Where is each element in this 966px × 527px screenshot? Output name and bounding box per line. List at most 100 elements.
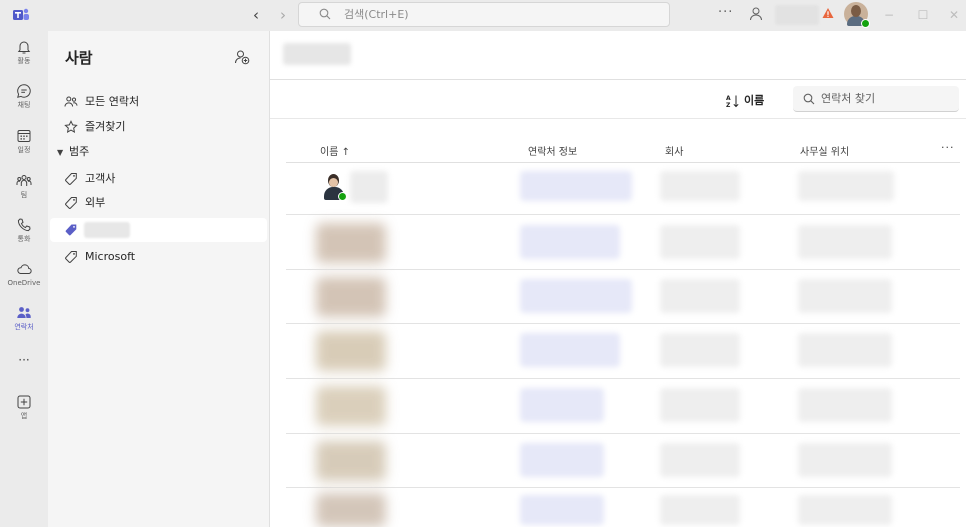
contact-info-redacted[interactable]	[520, 225, 620, 259]
panel-category-toggle[interactable]: ▼ 범주	[57, 141, 89, 163]
people-panel: 사람 모든 연락처 즐겨찾기 ▼ 범주 고객사 외부 Microsoft	[48, 31, 270, 527]
bell-icon	[17, 41, 31, 54]
phone-icon	[17, 218, 31, 232]
rail-label: 활동	[17, 57, 31, 65]
contact-photo-redacted[interactable]	[316, 493, 386, 527]
contact-info-redacted[interactable]	[520, 495, 604, 525]
rail-item-calendar[interactable]: 일정	[0, 128, 48, 172]
warning-icon[interactable]	[822, 7, 834, 19]
panel-item-customers[interactable]: 고객사	[64, 168, 115, 190]
profile-avatar[interactable]	[844, 2, 870, 28]
teams-icon	[16, 175, 32, 186]
category-title-redacted	[283, 43, 351, 65]
org-settings-icon[interactable]	[748, 6, 764, 22]
search-placeholder: 검색(Ctrl+E)	[344, 8, 409, 21]
people-icon	[17, 307, 31, 318]
company-redacted	[660, 495, 740, 525]
rail-item-onedrive[interactable]: OneDrive	[0, 261, 48, 305]
close-button[interactable]: ✕	[944, 5, 964, 25]
contact-avatar[interactable]	[323, 174, 347, 201]
panel-item-selected-category[interactable]	[50, 218, 267, 242]
column-header-name[interactable]: 이름 ↑	[320, 143, 350, 158]
tenant-name-redacted[interactable]	[775, 5, 819, 25]
maximize-button[interactable]: ☐	[913, 5, 933, 25]
panel-item-external[interactable]: 외부	[64, 192, 105, 214]
contact-info-redacted[interactable]	[520, 443, 604, 477]
company-redacted	[660, 333, 740, 367]
office-location-redacted	[798, 443, 892, 477]
header-divider	[286, 162, 960, 163]
minimize-button[interactable]: −	[879, 5, 899, 25]
office-location-redacted	[798, 333, 892, 367]
panel-item-all-contacts[interactable]: 모든 연락처	[64, 91, 139, 113]
back-button[interactable]: ‹	[248, 6, 264, 24]
global-search-box[interactable]: 검색(Ctrl+E)	[298, 2, 670, 27]
row-divider	[286, 269, 960, 270]
rail-item-calls[interactable]: 통화	[0, 217, 48, 261]
presence-available-icon	[338, 192, 347, 201]
panel-item-label: 범주	[69, 145, 90, 158]
app-rail: 활동 채팅 일정 팀 통화 OneDrive 연락처 ··· 앱	[0, 31, 48, 527]
company-redacted	[660, 443, 740, 477]
presence-available-icon	[861, 19, 870, 28]
more-options-button[interactable]: ···	[718, 6, 734, 20]
sort-label: 이름	[744, 94, 765, 107]
sort-by-name-button[interactable]: A Z 이름	[726, 91, 764, 111]
rail-label: 앱	[20, 412, 28, 420]
teams-logo-icon[interactable]	[12, 6, 30, 24]
add-app-icon	[17, 395, 31, 409]
contact-photo-redacted[interactable]	[316, 277, 386, 317]
column-header-contact-info[interactable]: 연락처 정보	[528, 143, 577, 158]
tag-filled-icon	[65, 224, 77, 236]
panel-item-favorites[interactable]: 즐겨찾기	[64, 116, 125, 138]
panel-item-microsoft[interactable]: Microsoft	[64, 246, 135, 268]
panel-item-label: 외부	[85, 196, 106, 209]
panel-item-label: 즐겨찾기	[85, 120, 126, 133]
column-header-office-location[interactable]: 사무실 위치	[800, 143, 849, 158]
panel-item-label: 고객사	[85, 172, 116, 185]
cloud-icon	[17, 264, 32, 274]
contact-name-redacted[interactable]	[350, 171, 388, 203]
row-divider	[286, 378, 960, 379]
chat-icon	[17, 84, 31, 98]
contact-photo-redacted[interactable]	[316, 223, 386, 263]
rail-item-activity[interactable]: 활동	[0, 39, 48, 83]
find-contact-input[interactable]: 연락처 찾기	[793, 86, 959, 112]
svg-text:Z: Z	[726, 102, 731, 108]
divider	[270, 79, 966, 80]
contact-photo-redacted[interactable]	[316, 386, 386, 426]
office-location-redacted	[798, 171, 894, 201]
contact-info-redacted[interactable]	[520, 333, 620, 367]
search-icon	[319, 8, 331, 20]
rail-item-contacts[interactable]: 연락처	[0, 305, 48, 349]
calendar-icon	[17, 130, 31, 142]
rail-label: 팀	[20, 191, 28, 199]
contact-photo-redacted[interactable]	[316, 441, 386, 481]
tag-icon	[65, 173, 77, 185]
panel-item-label: 모든 연락처	[85, 95, 140, 108]
panel-item-label: Microsoft	[85, 250, 136, 263]
rail-label: 일정	[17, 146, 31, 154]
contact-info-redacted[interactable]	[520, 171, 632, 201]
svg-text:A: A	[726, 95, 731, 102]
contacts-main: A Z 이름 연락처 찾기 이름 ↑ 연락처 정보 회사 사무실 위치 ···	[270, 31, 966, 527]
search-icon	[803, 93, 815, 105]
contact-photo-redacted[interactable]	[316, 331, 386, 371]
company-redacted	[660, 279, 740, 313]
column-header-company[interactable]: 회사	[665, 143, 683, 158]
rail-item-chat[interactable]: 채팅	[0, 83, 48, 127]
rail-item-teams[interactable]: 팀	[0, 173, 48, 217]
office-location-redacted	[798, 279, 892, 313]
rail-item-apps[interactable]: 앱	[0, 394, 48, 438]
row-divider	[286, 323, 960, 324]
column-options-button[interactable]: ···	[941, 141, 955, 154]
contact-info-redacted[interactable]	[520, 388, 604, 422]
rail-label: 통화	[17, 235, 31, 243]
more-apps-icon: ···	[18, 353, 30, 367]
rail-label: 채팅	[17, 101, 31, 109]
contact-info-redacted[interactable]	[520, 279, 632, 313]
sort-az-icon: A Z	[726, 95, 739, 108]
rail-label: OneDrive	[7, 279, 41, 287]
forward-button[interactable]: ›	[275, 6, 291, 24]
add-contact-icon[interactable]	[234, 49, 250, 65]
